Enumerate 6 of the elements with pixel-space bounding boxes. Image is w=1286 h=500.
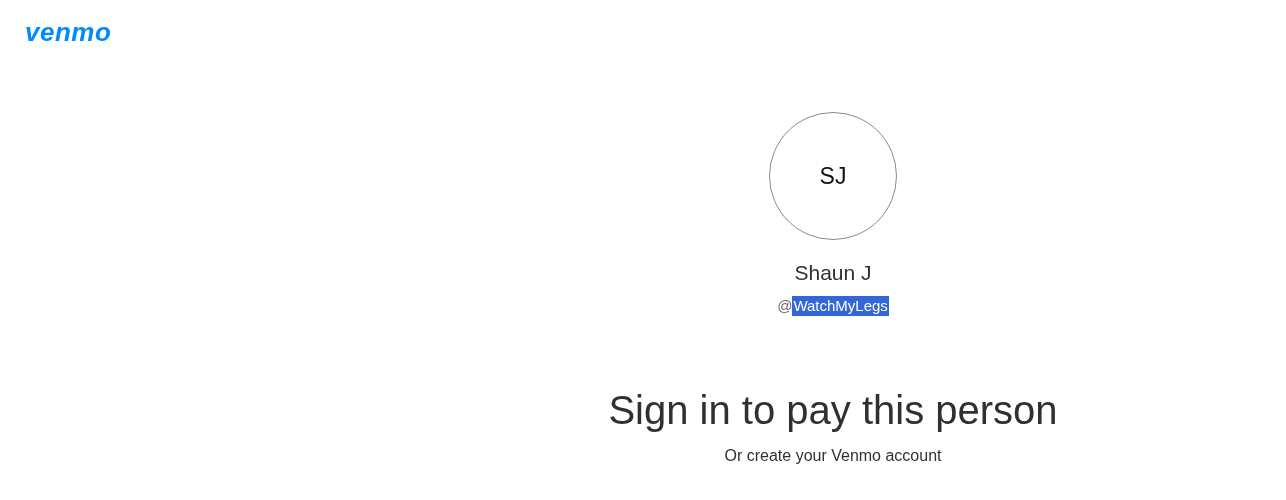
subtitle: Or create your Venmo account (724, 446, 942, 466)
handle-prefix: @ (777, 296, 793, 316)
page-heading: Sign in to pay this person (608, 387, 1058, 434)
venmo-logo[interactable]: venmo (25, 17, 112, 47)
profile-name: Shaun J (794, 260, 872, 286)
username: WatchMyLegs (792, 296, 889, 316)
